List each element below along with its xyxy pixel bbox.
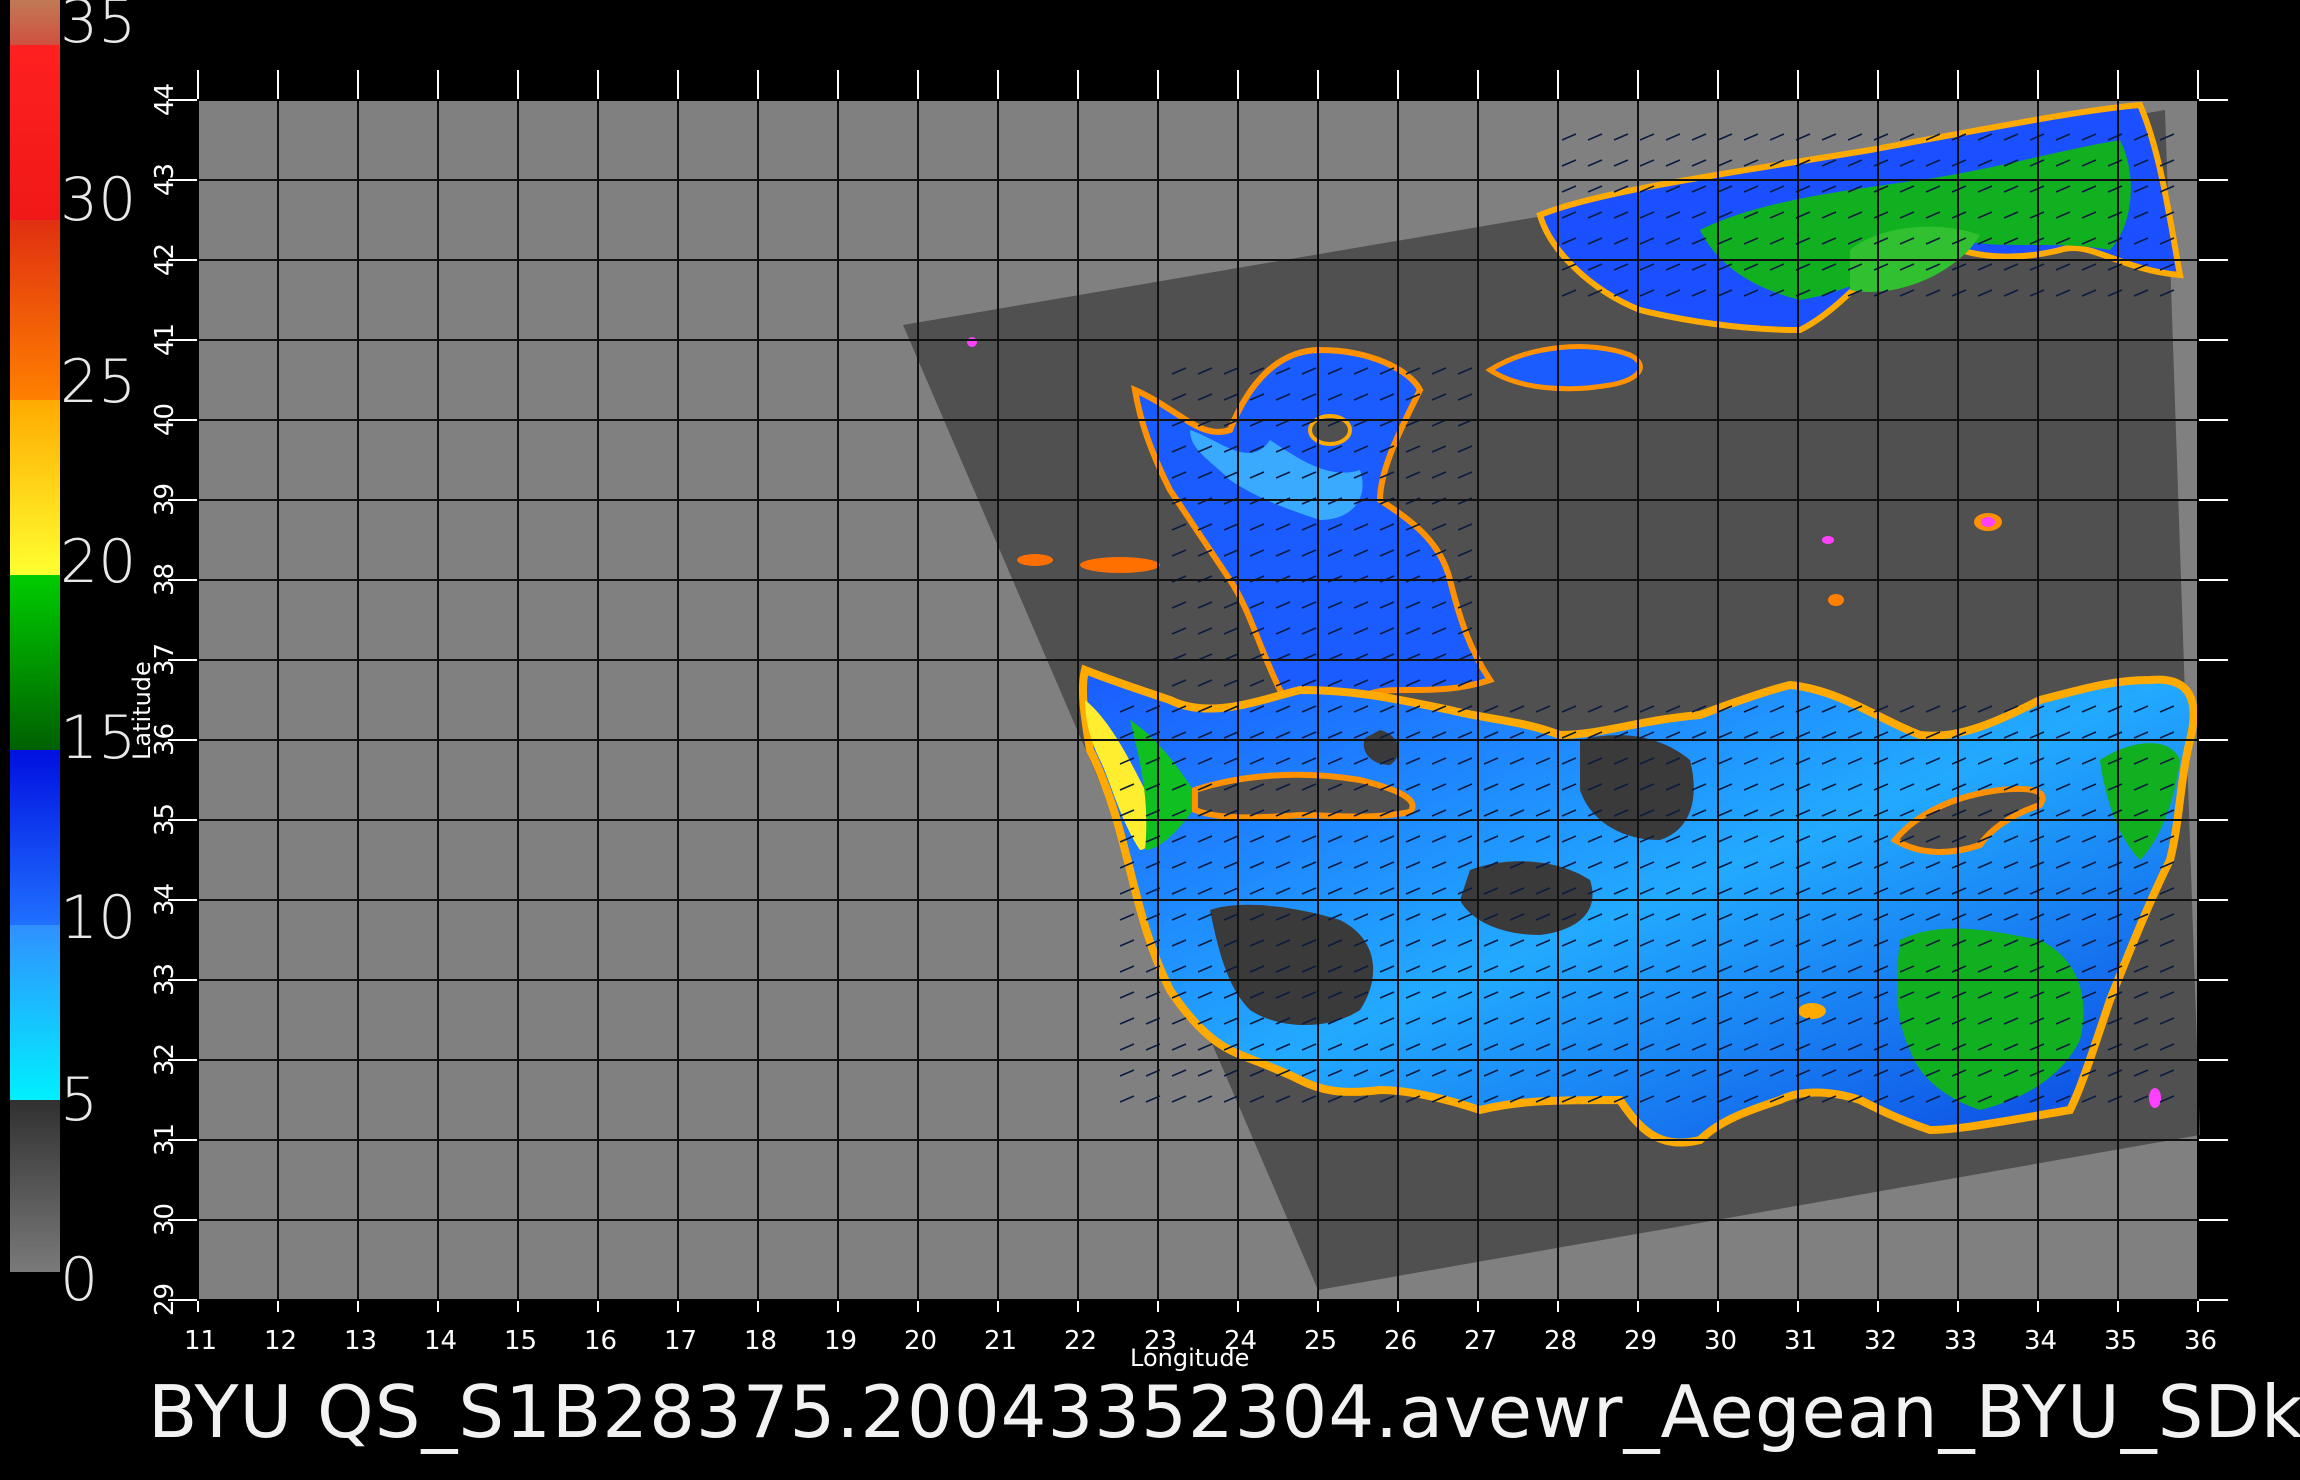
image-caption: BYU QS_S1B28375.20043352304.avewr_Aegean… bbox=[148, 1370, 2300, 1454]
longitude-tick-label: 36 bbox=[2184, 1326, 2218, 1356]
longitude-tick-label: 12 bbox=[264, 1326, 298, 1356]
latitude-tick-label: 35 bbox=[150, 802, 180, 836]
longitude-tick-label: 13 bbox=[344, 1326, 378, 1356]
latitude-tick-label: 43 bbox=[150, 162, 180, 196]
longitude-tick-label: 33 bbox=[1944, 1326, 1978, 1356]
longitude-tick-label: 19 bbox=[824, 1326, 858, 1356]
latitude-tick-label: 44 bbox=[150, 82, 180, 116]
longitude-tick-label: 18 bbox=[744, 1326, 778, 1356]
longitude-tick-label: 27 bbox=[1464, 1326, 1498, 1356]
longitude-tick-label: 30 bbox=[1704, 1326, 1738, 1356]
longitude-tick-label: 32 bbox=[1864, 1326, 1898, 1356]
latitude-tick-label: 31 bbox=[150, 1122, 180, 1156]
longitude-tick-label: 25 bbox=[1304, 1326, 1338, 1356]
latitude-tick-label: 30 bbox=[150, 1202, 180, 1236]
latitude-tick-label: 38 bbox=[150, 562, 180, 596]
latitude-tick-label: 39 bbox=[150, 482, 180, 516]
latitude-tick-label: 33 bbox=[150, 962, 180, 996]
latitude-tick-label: 32 bbox=[150, 1042, 180, 1076]
longitude-tick-label: 29 bbox=[1624, 1326, 1658, 1356]
longitude-tick-label: 26 bbox=[1384, 1326, 1418, 1356]
longitude-tick-label: 28 bbox=[1544, 1326, 1578, 1356]
longitude-tick-label: 22 bbox=[1064, 1326, 1098, 1356]
longitude-tick-label: 20 bbox=[904, 1326, 938, 1356]
longitude-tick-label: 35 bbox=[2104, 1326, 2138, 1356]
longitude-tick-label: 31 bbox=[1784, 1326, 1818, 1356]
longitude-tick-label: 11 bbox=[184, 1326, 218, 1356]
longitude-tick-label: 34 bbox=[2024, 1326, 2058, 1356]
latitude-tick-label: 34 bbox=[150, 882, 180, 916]
x-axis-label: Longitude bbox=[1130, 1344, 1250, 1372]
map-plot bbox=[168, 70, 2228, 1312]
longitude-tick-label: 17 bbox=[664, 1326, 698, 1356]
latitude-tick-label: 40 bbox=[150, 402, 180, 436]
wind-map-figure: 35 30 25 20 15 10 5 0 11 12 13 14 15 16 … bbox=[0, 0, 2300, 1480]
latitude-tick-label: 41 bbox=[150, 322, 180, 356]
longitude-tick-label: 14 bbox=[424, 1326, 458, 1356]
latitude-tick-label: 29 bbox=[150, 1282, 180, 1316]
longitude-tick-label: 16 bbox=[584, 1326, 618, 1356]
latitude-tick-label: 42 bbox=[150, 242, 180, 276]
y-axis-label: Latitude bbox=[128, 661, 156, 760]
longitude-tick-label: 21 bbox=[984, 1326, 1018, 1356]
longitude-tick-label: 15 bbox=[504, 1326, 538, 1356]
